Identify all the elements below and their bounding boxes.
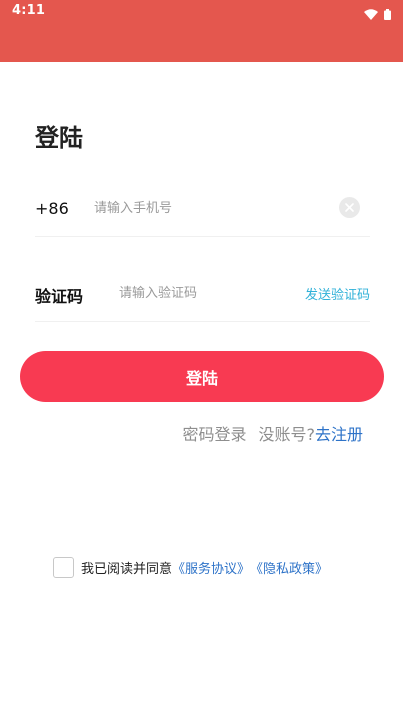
code-label: 验证码 [35,287,84,306]
clear-icon[interactable] [339,197,360,218]
status-time: 4:11 [12,3,46,18]
code-row: 验证码 发送验证码 [35,265,370,322]
phone-row: +86 [35,180,370,237]
login-links: 密码登录 没账号?去注册 [182,421,363,445]
battery-icon [384,5,391,24]
wifi-icon [364,5,378,24]
page-title: 登陆 [35,124,83,152]
privacy-policy-link[interactable]: 《隐私政策》 [250,558,328,577]
register-link[interactable]: 去注册 [315,425,363,444]
no-account-text: 没账号? [258,425,315,444]
service-agreement-link[interactable]: 《服务协议》 [172,558,250,577]
agreement-checkbox[interactable] [53,557,74,578]
phone-input[interactable] [94,195,324,221]
agreement: 我已阅读并同意 《服务协议》 《隐私政策》 [53,557,328,578]
register-prompt: 没账号?去注册 [258,421,363,445]
status-icons [364,5,391,24]
login-screen: 4:11 登陆 +86 验证码 发送验证码 [0,0,403,718]
login-button[interactable]: 登陆 [20,351,384,402]
send-code-button[interactable]: 发送验证码 [305,284,370,303]
status-bar: 4:11 [0,0,403,62]
country-code[interactable]: +86 [35,199,69,218]
code-input[interactable] [119,280,269,306]
agreement-text: 我已阅读并同意 [81,562,173,577]
password-login-link[interactable]: 密码登录 [182,421,246,445]
